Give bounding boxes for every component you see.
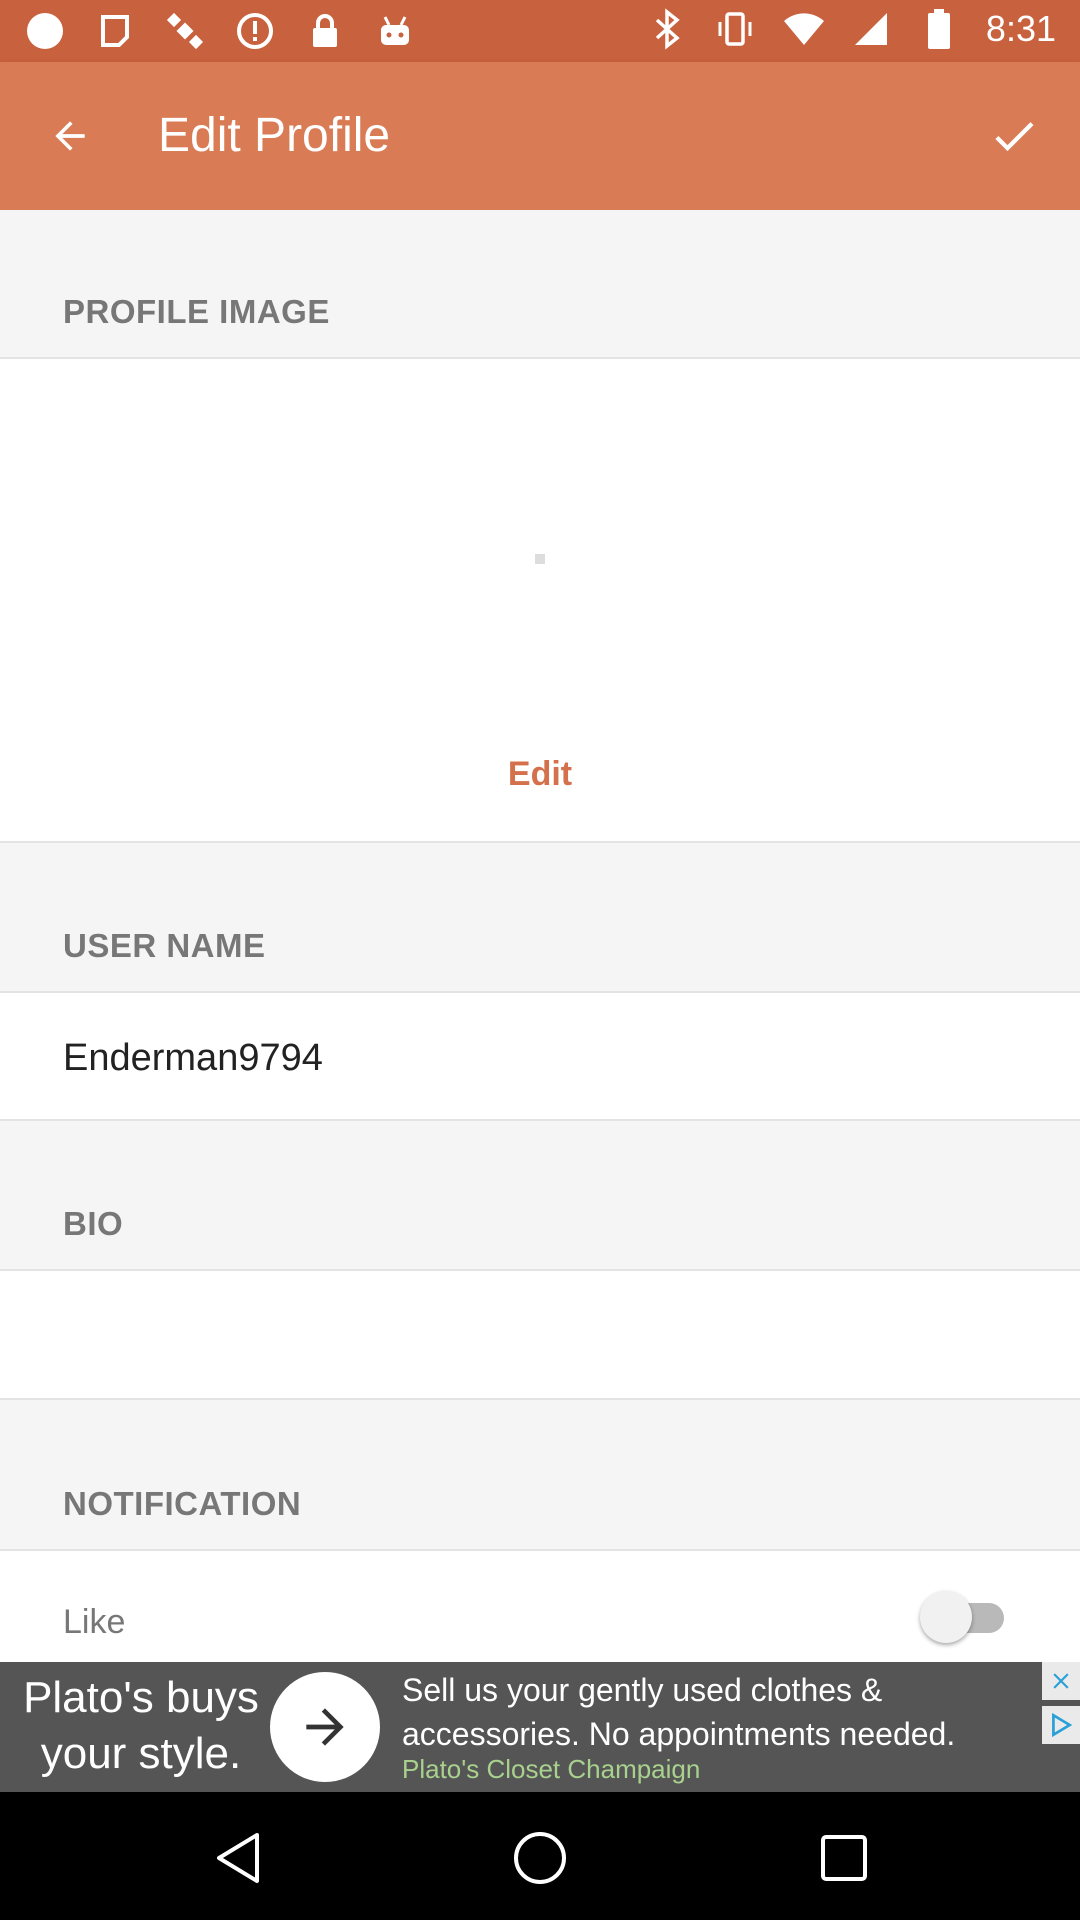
bluetooth-icon bbox=[646, 8, 688, 50]
bio-header: BIO bbox=[63, 1205, 124, 1242]
app-bar: Edit Profile bbox=[0, 62, 1080, 210]
alert-icon bbox=[234, 10, 276, 52]
ad-choices-icon[interactable] bbox=[1042, 1706, 1080, 1744]
profile-image-header: PROFILE IMAGE bbox=[63, 293, 330, 330]
back-triangle-icon[interactable] bbox=[208, 1828, 268, 1888]
lock-icon bbox=[304, 10, 346, 52]
section-header-user-name: USER NAME bbox=[0, 843, 1080, 993]
navigation-bar bbox=[0, 1792, 1080, 1920]
user-name-value: Enderman9794 bbox=[63, 1037, 323, 1079]
vibrate-icon bbox=[714, 8, 756, 50]
recents-square-icon[interactable] bbox=[814, 1828, 874, 1888]
status-left-icons bbox=[24, 10, 416, 52]
android-icon bbox=[374, 10, 416, 52]
ad-message: Sell us your gently used clothes & acces… bbox=[402, 1672, 956, 1752]
profile-image-block: Edit bbox=[0, 359, 1080, 843]
ad-left-text: Plato's buys your style. bbox=[23, 1673, 259, 1778]
status-time: 8:31 bbox=[985, 8, 1056, 49]
user-name-field[interactable]: Enderman9794 bbox=[0, 993, 1080, 1121]
section-header-profile-image: PROFILE IMAGE bbox=[0, 210, 1080, 359]
like-toggle[interactable] bbox=[920, 1589, 1006, 1645]
notification-header: NOTIFICATION bbox=[63, 1485, 302, 1522]
satellite-icon bbox=[164, 10, 206, 52]
section-header-notification: NOTIFICATION bbox=[0, 1400, 1080, 1551]
ad-sponsor: Plato's Closet Champaign bbox=[402, 1754, 701, 1784]
home-circle-icon[interactable] bbox=[510, 1828, 570, 1888]
status-bar: 8:31 bbox=[0, 0, 1080, 62]
user-name-header: USER NAME bbox=[63, 927, 266, 964]
edit-profile-image-button[interactable]: Edit bbox=[0, 755, 1080, 794]
ad-banner[interactable]: Plato's buys your style. Sell us your ge… bbox=[0, 1662, 1080, 1792]
section-header-bio: BIO bbox=[0, 1121, 1080, 1271]
status-right: 8:31 bbox=[646, 8, 1056, 50]
like-label: Like bbox=[63, 1603, 126, 1641]
profile-image-placeholder bbox=[535, 554, 545, 564]
page-title: Edit Profile bbox=[158, 109, 391, 162]
toggle-thumb bbox=[920, 1591, 972, 1643]
bio-field[interactable] bbox=[0, 1271, 1080, 1400]
signal-icon bbox=[850, 8, 892, 50]
back-arrow-icon[interactable] bbox=[40, 106, 100, 166]
circle-icon bbox=[24, 10, 66, 52]
ad-close-icon[interactable] bbox=[1042, 1662, 1080, 1700]
check-icon[interactable] bbox=[982, 104, 1046, 168]
fake-gps-icon bbox=[94, 10, 136, 52]
arrow-right-icon[interactable] bbox=[270, 1672, 380, 1782]
battery-icon bbox=[918, 8, 960, 50]
wifi-icon bbox=[782, 8, 824, 50]
